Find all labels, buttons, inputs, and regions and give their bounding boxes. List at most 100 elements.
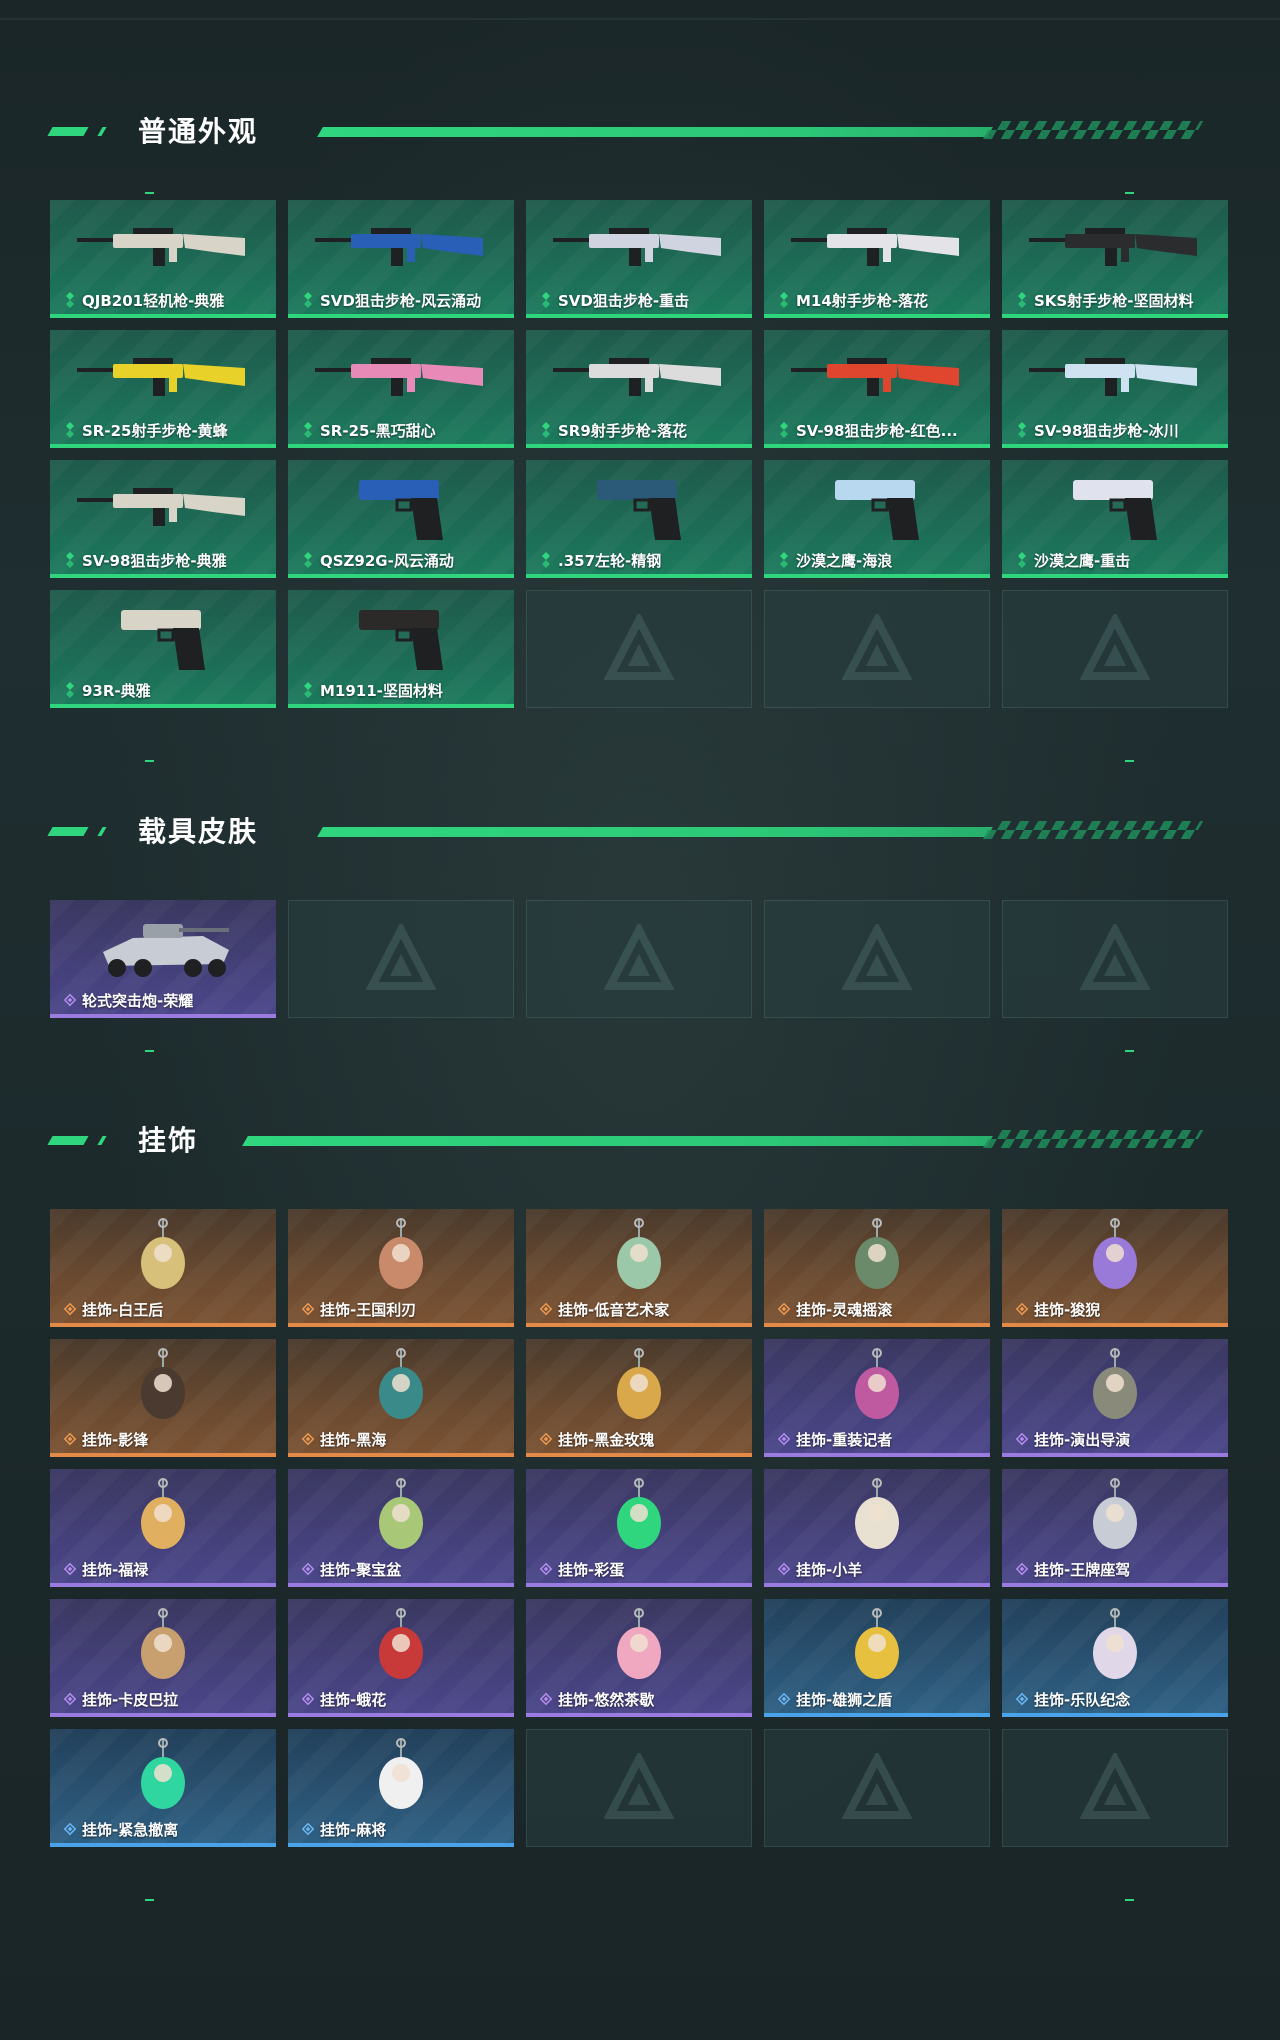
dagger-charm-icon [141, 1348, 185, 1419]
rarity-icon [778, 1562, 790, 1576]
section-header: 载具皮肤 [0, 806, 1280, 850]
rifle-icon [315, 358, 483, 396]
item-card[interactable]: 挂饰-蛾花 [288, 1599, 514, 1717]
item-label: SVD狙击步枪-重击 [558, 292, 690, 310]
item-label: 挂饰-悠然茶歇 [558, 1691, 655, 1709]
empty-slot [1002, 590, 1228, 708]
corner-tick [1125, 760, 1134, 762]
item-card[interactable]: 沙漠之鹰-重击 [1002, 460, 1228, 578]
item-card[interactable]: 93R-典雅 [50, 590, 276, 708]
item-card[interactable]: 轮式突击炮-荣耀 [50, 900, 276, 1018]
rarity-icon [302, 1692, 314, 1706]
rarity-icon [780, 552, 788, 568]
header-bar [317, 127, 993, 137]
item-label: 挂饰-黑金玫瑰 [558, 1431, 655, 1449]
item-label: 挂饰-影锋 [82, 1431, 149, 1449]
placeholder-emblem-icon [1080, 1753, 1150, 1819]
corner-tick [1125, 1050, 1134, 1052]
anchor-charm-icon [379, 1348, 423, 1419]
section-title: 普通外观 [138, 115, 259, 148]
item-card[interactable]: SV-98狙击步枪-红色... [764, 330, 990, 448]
item-card[interactable]: 挂饰-乐队纪念 [1002, 1599, 1228, 1717]
item-label: 挂饰-王国利刃 [320, 1301, 417, 1319]
rarity-icon [64, 1432, 76, 1446]
revolver-icon [597, 480, 681, 540]
rarity-icon [66, 292, 74, 308]
reporter-charm-icon [855, 1348, 899, 1419]
item-card[interactable]: SR-25射手步枪-黄蜂 [50, 330, 276, 448]
rarity-icon [304, 682, 312, 698]
item-card[interactable]: SR-25-黑巧甜心 [288, 330, 514, 448]
pistol-icon [359, 610, 443, 670]
header-accent [47, 127, 89, 136]
item-card[interactable]: QSZ92G-风云涌动 [288, 460, 514, 578]
header-accent [97, 127, 107, 136]
header-accent [97, 1136, 107, 1145]
item-card[interactable]: SVD狙击步枪-重击 [526, 200, 752, 318]
item-card[interactable]: 挂饰-黑金玫瑰 [526, 1339, 752, 1457]
rarity-icon [66, 682, 74, 698]
item-card[interactable]: 挂饰-王国利刃 [288, 1209, 514, 1327]
rarity-icon [780, 422, 788, 438]
item-card[interactable]: 挂饰-聚宝盆 [288, 1469, 514, 1587]
mahjong-charm-icon [379, 1738, 423, 1809]
item-label: QSZ92G-风云涌动 [320, 552, 454, 570]
item-label: SR-25-黑巧甜心 [320, 422, 436, 440]
item-card[interactable]: 挂饰-雄狮之盾 [764, 1599, 990, 1717]
item-card[interactable]: 挂饰-悠然茶歇 [526, 1599, 752, 1717]
header-accent [97, 827, 107, 836]
item-card[interactable]: 沙漠之鹰-海浪 [764, 460, 990, 578]
item-card[interactable]: SV-98狙击步枪-冰川 [1002, 330, 1228, 448]
director-charm-icon [1093, 1348, 1137, 1419]
item-card[interactable]: 挂饰-王牌座驾 [1002, 1469, 1228, 1587]
pistol-icon [1073, 480, 1157, 540]
item-label: SKS射手步枪-坚固材料 [1034, 292, 1194, 310]
item-card[interactable]: QJB201轻机枪-典雅 [50, 200, 276, 318]
rarity-icon [540, 1302, 552, 1316]
sniper-rifle-icon [77, 488, 245, 526]
item-card[interactable]: SR9射手步枪-落花 [526, 330, 752, 448]
rarity-icon [66, 422, 74, 438]
placeholder-emblem-icon [842, 614, 912, 680]
item-card[interactable]: 挂饰-黑海 [288, 1339, 514, 1457]
item-card[interactable]: SVD狙击步枪-风云涌动 [288, 200, 514, 318]
placeholder-emblem-icon [366, 924, 436, 990]
item-card[interactable]: 挂饰-紧急撤离 [50, 1729, 276, 1847]
capybara-charm-icon [141, 1608, 185, 1679]
item-card[interactable]: 挂饰-灵魂摇滚 [764, 1209, 990, 1327]
item-label: 挂饰-乐队纪念 [1034, 1691, 1131, 1709]
item-card[interactable]: 挂饰-狻猊 [1002, 1209, 1228, 1327]
section-header: 普通外观 [0, 106, 1280, 150]
item-card[interactable]: 挂饰-影锋 [50, 1339, 276, 1457]
item-card[interactable]: 挂饰-白王后 [50, 1209, 276, 1327]
item-label: 沙漠之鹰-海浪 [796, 552, 893, 570]
sign-charm-icon [141, 1738, 185, 1809]
armored-vehicle-icon [103, 924, 229, 977]
item-label: SV-98狙击步枪-典雅 [82, 552, 227, 570]
item-card[interactable]: .357左轮-精钢 [526, 460, 752, 578]
item-card[interactable]: SV-98狙击步枪-典雅 [50, 460, 276, 578]
empty-slot [764, 590, 990, 708]
empty-slot [526, 900, 752, 1018]
item-card[interactable]: 挂饰-福禄 [50, 1469, 276, 1587]
rarity-icon [540, 1692, 552, 1706]
item-card[interactable]: 挂饰-低音艺术家 [526, 1209, 752, 1327]
item-card[interactable]: SKS射手步枪-坚固材料 [1002, 200, 1228, 318]
item-label: SV-98狙击步枪-红色... [796, 422, 958, 440]
item-card[interactable]: 挂饰-彩蛋 [526, 1469, 752, 1587]
item-card[interactable]: 挂饰-卡皮巴拉 [50, 1599, 276, 1717]
item-label: 挂饰-王牌座驾 [1034, 1561, 1131, 1579]
item-card[interactable]: 挂饰-小羊 [764, 1469, 990, 1587]
item-card[interactable]: M1911-坚固材料 [288, 590, 514, 708]
rarity-icon [302, 1562, 314, 1576]
item-card[interactable]: 挂饰-麻将 [288, 1729, 514, 1847]
item-card[interactable]: 挂饰-重装记者 [764, 1339, 990, 1457]
corner-tick [145, 192, 154, 194]
rarity-icon [1016, 1562, 1028, 1576]
item-card[interactable]: M14射手步枪-落花 [764, 200, 990, 318]
rarity-icon [542, 422, 550, 438]
item-label: 挂饰-黑海 [320, 1431, 387, 1449]
placeholder-emblem-icon [1080, 924, 1150, 990]
section-title: 挂饰 [138, 1124, 199, 1157]
item-card[interactable]: 挂饰-演出导演 [1002, 1339, 1228, 1457]
